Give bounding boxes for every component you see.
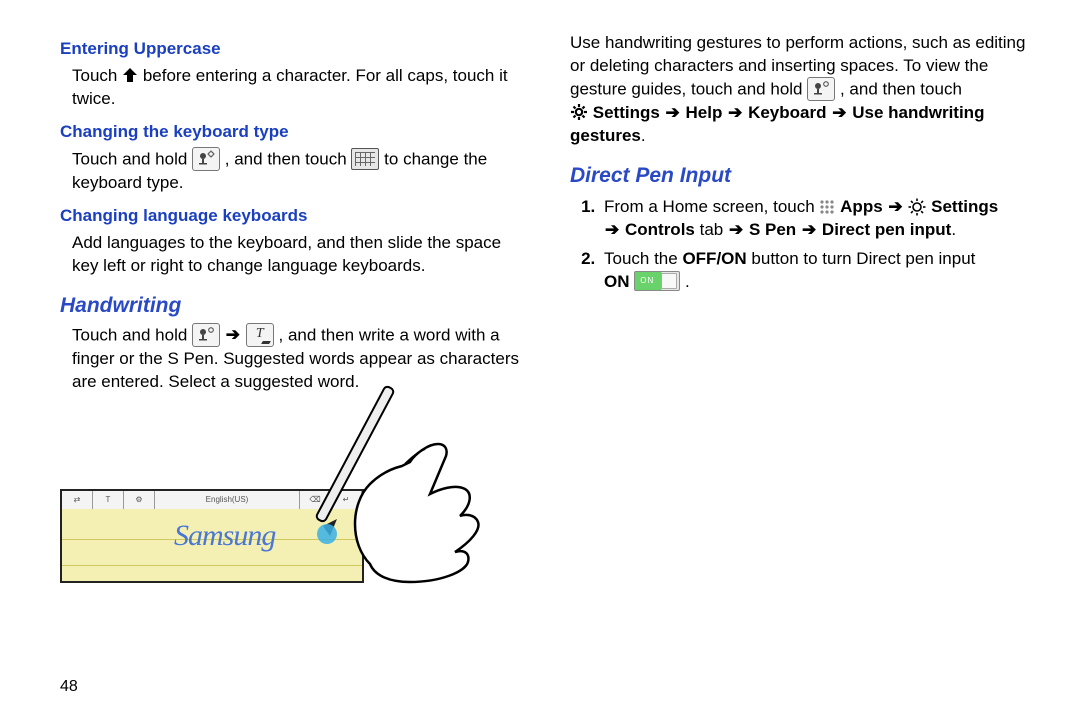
left-column: Entering Uppercase Touch before entering… (60, 30, 530, 700)
heading-entering-uppercase: Entering Uppercase (60, 38, 530, 61)
right-column: Use handwriting gestures to perform acti… (570, 30, 1040, 700)
para-keyboard-type: Touch and hold , and then touch to chang… (60, 148, 530, 195)
para-uppercase: Touch before entering a character. For a… (60, 65, 530, 111)
para-language-keyboards: Add languages to the keyboard, and then … (60, 232, 530, 278)
apps-icon (819, 199, 835, 215)
shift-icon (122, 67, 138, 83)
mic-gear-icon (192, 147, 220, 171)
steps-list: From a Home screen, touch Apps ➔ Setting… (570, 196, 1040, 294)
toolbar-btn: ⇄ (62, 491, 93, 509)
toolbar-lang: English(US) (155, 491, 300, 509)
toolbar-btn: ⚙ (124, 491, 155, 509)
toolbar-btn: T (93, 491, 124, 509)
step-2: Touch the OFF/ON button to turn Direct p… (600, 248, 1040, 294)
heading-keyboard-type: Changing the keyboard type (60, 121, 530, 144)
on-toggle-icon (634, 271, 680, 291)
hand-with-pen-icon (310, 384, 510, 584)
settings-sun-icon (908, 198, 926, 216)
arrow-icon: ➔ (225, 325, 241, 344)
para-gestures: Use handwriting gestures to perform acti… (570, 32, 1040, 148)
handwriting-illustration: ⇄ T ⚙ English(US) ⌫ ↵ Samsung (60, 424, 490, 604)
heading-handwriting: Handwriting (60, 292, 530, 320)
page-number: 48 (60, 676, 78, 698)
heading-language-keyboards: Changing language keyboards (60, 205, 530, 228)
gear-icon (570, 103, 588, 121)
handwriting-sample: Samsung (174, 519, 275, 553)
keyboard-icon (351, 148, 379, 170)
step-1: From a Home screen, touch Apps ➔ Setting… (600, 196, 1040, 242)
heading-direct-pen-input: Direct Pen Input (570, 162, 1040, 190)
mic-gear-icon (807, 77, 835, 101)
handwriting-mode-icon (246, 323, 274, 347)
mic-gear-icon (192, 323, 220, 347)
